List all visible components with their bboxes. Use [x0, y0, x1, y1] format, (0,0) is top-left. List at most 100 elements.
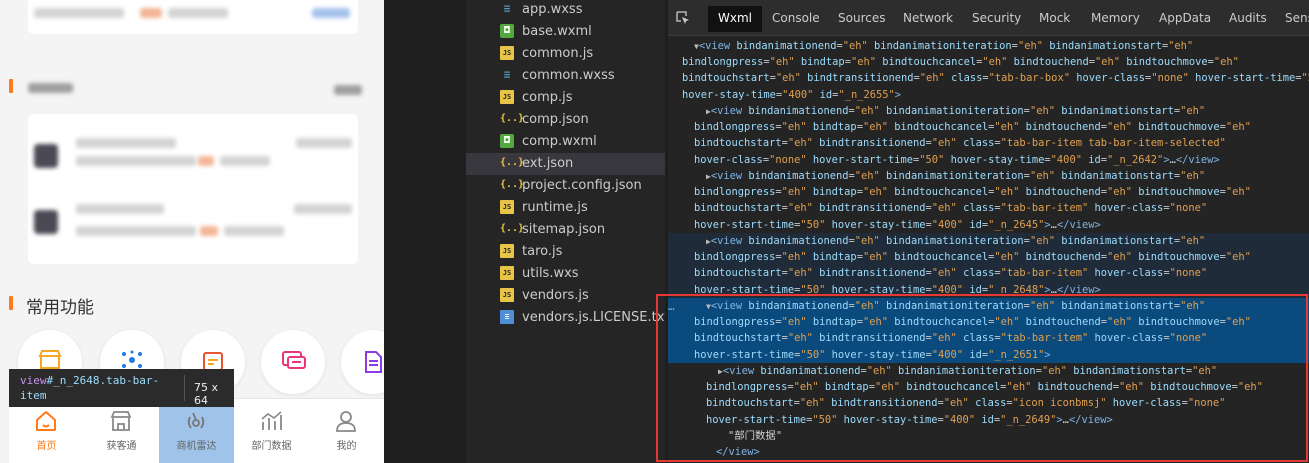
- file-name: vendors.js: [522, 288, 589, 303]
- file-item[interactable]: JS utils.wxs: [466, 263, 665, 285]
- devtools-panel: Wxml Console Sources Network Security Mock Mem…: [668, 0, 1309, 463]
- tab-dept-data[interactable]: 部门数据: [234, 399, 309, 463]
- file-item[interactable]: JS common.js: [466, 43, 665, 65]
- file-item[interactable]: ◘ comp.wxml: [466, 131, 665, 153]
- file-tree: ≡ app.wxss ◘ base.wxml JS common.js ≡ common.wx…: [466, 0, 665, 463]
- tab-mine[interactable]: 我的: [309, 399, 384, 463]
- tab-radar-label: 商机雷达: [176, 441, 217, 452]
- devtools-tab-mock[interactable]: Mock: [1039, 11, 1070, 25]
- wxml-file-icon: ◘: [500, 134, 514, 148]
- wxml-file-icon: ◘: [500, 24, 514, 38]
- user-icon: [336, 411, 356, 432]
- simulator-panel: 常用功能 首页 获客通 商机雷达 部门数据 我的 view#_n_2648.ta…: [0, 0, 384, 463]
- file-item[interactable]: JS comp.js: [466, 87, 665, 109]
- tab-home[interactable]: 首页: [9, 399, 84, 463]
- devtools-tab-sens[interactable]: Sens: [1285, 11, 1309, 25]
- blurred-card: [28, 0, 358, 34]
- file-name: project.config.json: [522, 178, 642, 193]
- tab-mine-label: 我的: [336, 441, 357, 452]
- wxml-node-icon[interactable]: ▶<view bindanimationend="eh" bindanimati…: [668, 363, 1309, 428]
- file-item[interactable]: ◘ base.wxml: [466, 21, 665, 43]
- simulator-gutter: [384, 0, 466, 463]
- css-file-icon: ≡: [503, 2, 511, 15]
- devtools-tab-bar: Wxml Console Sources Network Security Mock Mem…: [668, 0, 1309, 36]
- wxml-tree: ▼<view bindanimationend="eh" bindanimati…: [668, 36, 1309, 463]
- devtools-tab-wxml[interactable]: Wxml: [708, 6, 762, 32]
- devtools-tab-memory[interactable]: Memory: [1091, 11, 1140, 25]
- tab-radar[interactable]: 商机雷达: [159, 399, 234, 463]
- js-file-icon: JS: [500, 244, 514, 258]
- section-title: 常用功能: [26, 298, 94, 318]
- node-menu-icon[interactable]: …: [668, 299, 675, 315]
- devtools-tab-network[interactable]: Network: [903, 11, 953, 25]
- file-item[interactable]: {..} comp.json: [466, 109, 665, 131]
- function-message-button[interactable]: [261, 330, 325, 394]
- file-name: comp.json: [522, 112, 589, 127]
- wxml-close-tag: </view>: [716, 446, 760, 458]
- tooltip-selector: view#_n_2648.tab-bar-item: [20, 374, 160, 402]
- tab-home-label: 首页: [36, 441, 57, 452]
- blurred-message-card: [28, 114, 358, 264]
- function-document-button[interactable]: [341, 330, 384, 394]
- wxml-node-tab-bar-item[interactable]: ▶<view bindanimationend="eh" bindanimati…: [668, 103, 1309, 168]
- file-item[interactable]: ≡ common.wxss: [466, 65, 665, 87]
- shop-icon: [110, 411, 132, 431]
- devtools-tab-sources[interactable]: Sources: [838, 11, 885, 25]
- wxml-node-tab-bar-box[interactable]: ▼<view bindanimationend="eh" bindanimati…: [668, 38, 1309, 103]
- file-name: common.wxss: [522, 68, 615, 83]
- devtools-tab-audits[interactable]: Audits: [1229, 11, 1267, 25]
- tab-customers[interactable]: 获客通: [84, 399, 159, 463]
- file-item[interactable]: {..} sitemap.json: [466, 219, 665, 241]
- file-name: common.js: [522, 46, 594, 61]
- tab-customers-label: 获客通: [106, 441, 137, 452]
- devtools-window: 常用功能 首页 获客通 商机雷达 部门数据 我的 view#_n_2648.ta…: [0, 0, 1309, 463]
- wxml-text-node[interactable]: "部门数据": [728, 428, 782, 444]
- file-name: utils.wxs: [522, 266, 579, 281]
- wxml-node-tab-bar-item[interactable]: ▶<view bindanimationend="eh" bindanimati…: [668, 233, 1309, 298]
- file-name: vendors.js.LICENSE.txt: [522, 310, 665, 325]
- document-icon: [365, 351, 382, 373]
- css-file-icon: ≡: [503, 68, 511, 81]
- txt-file-icon: ≡: [500, 310, 514, 324]
- file-item[interactable]: {..} ext.json: [466, 153, 665, 175]
- js-file-icon: JS: [500, 46, 514, 60]
- json-file-icon: {..}: [500, 179, 525, 190]
- js-file-icon: JS: [500, 266, 514, 280]
- file-name: taro.js: [522, 244, 563, 259]
- shop-icon: [38, 350, 62, 369]
- wxml-node-tab-bar-item-selected[interactable]: ▼<view bindanimationend="eh" bindanimati…: [668, 298, 1309, 363]
- file-name: ext.json: [522, 156, 574, 171]
- devtools-tab-security[interactable]: Security: [972, 11, 1021, 25]
- file-item[interactable]: JS taro.js: [466, 241, 665, 263]
- tooltip-size: 75 x 64: [194, 381, 219, 407]
- devtools-tab-appdata[interactable]: AppData: [1159, 11, 1211, 25]
- file-name: comp.js: [522, 90, 573, 105]
- json-file-icon: {..}: [500, 157, 525, 168]
- js-file-icon: JS: [500, 90, 514, 104]
- wxml-node-tab-bar-item[interactable]: ▶<view bindanimationend="eh" bindanimati…: [668, 168, 1309, 233]
- section-marker: [9, 79, 13, 93]
- chart-icon: [261, 411, 282, 430]
- file-item[interactable]: JS runtime.js: [466, 197, 665, 219]
- radar-icon: [187, 412, 205, 429]
- section-marker: [9, 296, 13, 310]
- js-file-icon: JS: [500, 200, 514, 214]
- file-item[interactable]: ≡ vendors.js.LICENSE.txt: [466, 307, 665, 329]
- file-name: app.wxss: [522, 2, 583, 17]
- file-item[interactable]: {..} project.config.json: [466, 175, 665, 197]
- file-item[interactable]: JS vendors.js: [466, 285, 665, 307]
- file-item[interactable]: ≡ app.wxss: [466, 0, 665, 21]
- json-file-icon: {..}: [500, 223, 525, 234]
- inspector-tooltip: view#_n_2648.tab-bar-item 75 x 64: [9, 369, 234, 407]
- tab-dept-data-label: 部门数据: [251, 441, 292, 452]
- tab-bar: 首页 获客通 商机雷达 部门数据 我的: [9, 398, 384, 463]
- json-file-icon: {..}: [500, 113, 525, 124]
- file-name: sitemap.json: [522, 222, 606, 237]
- message-icon: [282, 351, 306, 369]
- dots-icon: [122, 350, 142, 368]
- home-icon: [36, 411, 56, 431]
- file-name: comp.wxml: [522, 134, 597, 149]
- blurred-section-title: [28, 83, 73, 93]
- devtools-tab-console[interactable]: Console: [772, 11, 820, 25]
- inspect-element-icon[interactable]: [676, 11, 690, 25]
